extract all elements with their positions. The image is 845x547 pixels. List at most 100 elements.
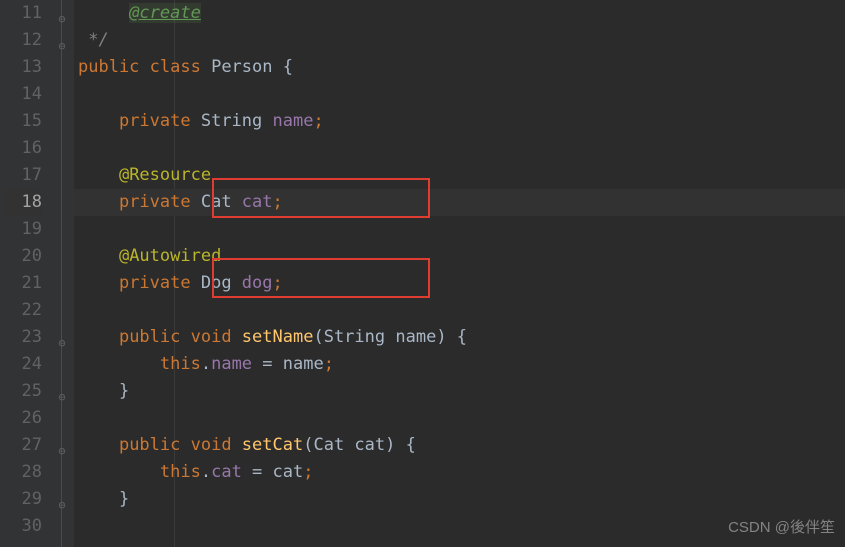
code-line[interactable]: */ [78, 27, 845, 54]
code-line[interactable] [78, 216, 845, 243]
code-line[interactable] [78, 81, 845, 108]
line-number: 18 [4, 189, 42, 216]
line-number: 24 [4, 351, 42, 378]
code-token: ; [303, 462, 313, 482]
line-number: 29 [4, 486, 42, 513]
code-token: private [119, 111, 201, 131]
line-number: 14 [4, 81, 42, 108]
fold-toggle-icon[interactable]: ⊖ [56, 438, 68, 465]
code-token: } [119, 489, 129, 509]
code-token: ; [273, 273, 283, 293]
code-token: */ [88, 30, 108, 50]
code-token: dog [242, 273, 273, 293]
code-line[interactable]: @create [78, 0, 845, 27]
code-line[interactable]: public class Person { [78, 54, 845, 81]
code-token [78, 3, 129, 23]
line-number: 23 [4, 324, 42, 351]
code-token: this [160, 354, 201, 374]
fold-toggle-icon[interactable]: ⊖ [56, 492, 68, 519]
line-number: 12 [4, 27, 42, 54]
code-token: @Autowired [119, 246, 221, 266]
code-token: ( [303, 435, 313, 455]
code-line[interactable]: @Resource [78, 162, 845, 189]
code-token: void [191, 327, 242, 347]
code-line[interactable]: public void setName(String name) { [78, 324, 845, 351]
code-line[interactable]: @Autowired [78, 243, 845, 270]
code-token: public [78, 57, 150, 77]
line-number-gutter: 1112131415161718192021222324252627282930 [0, 0, 50, 547]
code-token: public [119, 327, 191, 347]
code-token: class [150, 57, 211, 77]
code-line[interactable]: } [78, 378, 845, 405]
code-token [78, 165, 119, 185]
code-line[interactable] [78, 405, 845, 432]
code-token: this [160, 462, 201, 482]
code-line[interactable] [78, 297, 845, 324]
fold-toggle-icon[interactable]: ⊖ [56, 384, 68, 411]
line-number: 21 [4, 270, 42, 297]
code-line[interactable]: private Dog dog; [78, 270, 845, 297]
code-token [78, 111, 119, 131]
code-line[interactable]: this.name = name; [78, 351, 845, 378]
code-line[interactable]: this.cat = cat; [78, 459, 845, 486]
code-line[interactable] [78, 135, 845, 162]
line-number: 13 [4, 54, 42, 81]
code-token [78, 354, 160, 374]
code-line[interactable]: private String name; [78, 108, 845, 135]
code-line[interactable]: } [78, 486, 845, 513]
code-token [78, 273, 119, 293]
code-token: cat [242, 192, 273, 212]
code-token [78, 381, 119, 401]
code-token: = name [252, 354, 324, 374]
code-token: @Resource [119, 165, 211, 185]
code-token: Cat [313, 435, 354, 455]
fold-toggle-icon[interactable]: ⊖ [56, 6, 68, 33]
code-token: private [119, 273, 201, 293]
code-token: cat [211, 462, 242, 482]
line-number: 30 [4, 513, 42, 540]
fold-toggle-icon[interactable]: ⊖ [56, 33, 68, 60]
code-area[interactable]: @create */ public class Person { private … [74, 0, 845, 547]
code-token: name [273, 111, 314, 131]
line-number: 20 [4, 243, 42, 270]
code-token [78, 489, 119, 509]
code-token [78, 246, 119, 266]
line-number: 25 [4, 378, 42, 405]
code-token [78, 435, 119, 455]
line-number: 28 [4, 459, 42, 486]
code-token: ; [313, 111, 323, 131]
fold-gutter: ⊖⊖⊖⊖⊖⊖ [50, 0, 74, 547]
code-token: ) { [385, 435, 416, 455]
line-number: 19 [4, 216, 42, 243]
code-token: Dog [201, 273, 242, 293]
code-token: cat [354, 435, 385, 455]
code-token: private [119, 192, 201, 212]
line-number: 17 [4, 162, 42, 189]
code-token [78, 462, 160, 482]
line-number: 16 [4, 135, 42, 162]
line-number: 26 [4, 405, 42, 432]
code-token: ; [324, 354, 334, 374]
code-token: { [283, 57, 293, 77]
code-token: ( [313, 327, 323, 347]
code-token [78, 192, 119, 212]
code-token: . [201, 462, 211, 482]
code-editor[interactable]: 1112131415161718192021222324252627282930… [0, 0, 845, 547]
code-token: @create [129, 3, 201, 23]
code-token: = cat [242, 462, 303, 482]
line-number: 11 [4, 0, 42, 27]
line-number: 27 [4, 432, 42, 459]
code-token: String [201, 111, 273, 131]
code-token: String [324, 327, 396, 347]
code-token: setCat [242, 435, 303, 455]
code-line[interactable]: private Cat cat; [78, 189, 845, 216]
code-token: setName [242, 327, 314, 347]
code-token: ; [273, 192, 283, 212]
code-token: public [119, 435, 191, 455]
code-token: ) { [436, 327, 467, 347]
watermark: CSDN @後伴笙 [728, 514, 835, 541]
fold-toggle-icon[interactable]: ⊖ [56, 330, 68, 357]
code-token: name [395, 327, 436, 347]
code-token [78, 30, 88, 50]
code-line[interactable]: public void setCat(Cat cat) { [78, 432, 845, 459]
